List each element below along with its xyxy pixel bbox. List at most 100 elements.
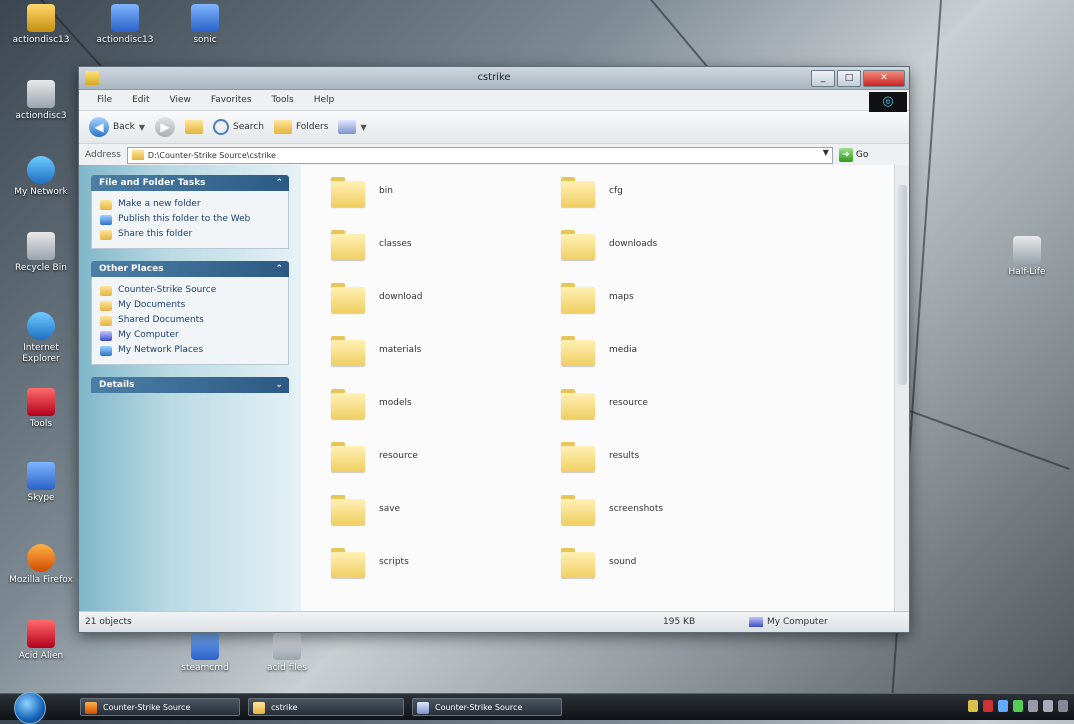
desktop-icon[interactable]: Skype: [6, 462, 76, 504]
folder-item[interactable]: classes: [331, 228, 561, 260]
desktop-icon[interactable]: Mozilla Firefox: [6, 544, 76, 586]
tray-icon[interactable]: [1043, 700, 1053, 712]
tray-icon[interactable]: [968, 700, 978, 712]
folder-item[interactable]: resource: [561, 387, 791, 419]
menu-tools[interactable]: Tools: [262, 95, 304, 105]
back-button[interactable]: ◀ Back ▼: [89, 117, 145, 137]
system-tray: [968, 700, 1068, 712]
minimize-button[interactable]: _: [811, 70, 835, 87]
task-new-folder[interactable]: Make a new folder: [100, 197, 280, 212]
toolbar: ◀ Back ▼ ▶ Search Folders ▼: [79, 111, 909, 144]
desktop-icon[interactable]: Recycle Bin: [6, 232, 76, 274]
desktop-icon[interactable]: Tools: [6, 388, 76, 430]
taskbar-button[interactable]: cstrike: [248, 698, 404, 716]
place-my-documents[interactable]: My Documents: [100, 298, 280, 313]
menu-file[interactable]: File: [87, 95, 122, 105]
desktop-icon[interactable]: Internet Explorer: [6, 312, 76, 365]
folders-icon: [273, 120, 292, 134]
panel-header[interactable]: File and Folder Tasks ⌃: [91, 175, 289, 191]
tray-icon[interactable]: [1013, 700, 1023, 712]
address-input[interactable]: D:\Counter-Strike Source\cstrike ▼: [126, 146, 833, 164]
folder-icon: [561, 281, 595, 313]
folder-item[interactable]: bin: [331, 175, 561, 207]
folder-item[interactable]: download: [331, 281, 561, 313]
folder-item[interactable]: save: [331, 493, 561, 525]
desktop-icon-image: [27, 620, 55, 648]
taskbar-button[interactable]: Counter-Strike Source: [412, 698, 562, 716]
tray-icon[interactable]: [983, 700, 993, 712]
maximize-button[interactable]: □: [837, 70, 861, 87]
panel-body: Make a new folder Publish this folder to…: [91, 191, 289, 249]
desktop-icon[interactable]: acid files: [252, 632, 322, 674]
folder-item[interactable]: materials: [331, 334, 561, 366]
place-counter-strike[interactable]: Counter-Strike Source: [100, 283, 280, 298]
file-view: bin cfg classes downloads download maps …: [301, 165, 909, 612]
folder-icon: [561, 546, 595, 578]
up-folder-button[interactable]: [185, 120, 204, 134]
title-bar[interactable]: cstrike _ □ ✕: [79, 67, 909, 90]
panel-header[interactable]: Other Places ⌃: [91, 261, 289, 277]
collapse-icon: ⌃: [275, 178, 283, 188]
taskbar-button[interactable]: Counter-Strike Source: [80, 698, 240, 716]
folder-item[interactable]: media: [561, 334, 791, 366]
folder-item[interactable]: downloads: [561, 228, 791, 260]
desktop-icon[interactable]: actiondisc13: [90, 4, 160, 46]
views-icon: [338, 120, 357, 134]
folder-icon: [331, 440, 365, 472]
folder-item[interactable]: cfg: [561, 175, 791, 207]
task-publish-web[interactable]: Publish this folder to the Web: [100, 212, 280, 227]
chevron-down-icon[interactable]: ▼: [823, 148, 829, 157]
folder-item[interactable]: models: [331, 387, 561, 419]
tray-icon[interactable]: [1028, 700, 1038, 712]
folder-item[interactable]: screenshots: [561, 493, 791, 525]
close-button[interactable]: ✕: [863, 70, 905, 87]
tray-icon[interactable]: [998, 700, 1008, 712]
menu-help[interactable]: Help: [304, 95, 345, 105]
task-share-folder[interactable]: Share this folder: [100, 227, 280, 242]
start-button[interactable]: [14, 692, 46, 724]
folder-icon: [331, 334, 365, 366]
menu-edit[interactable]: Edit: [122, 95, 159, 105]
scrollbar-thumb[interactable]: [897, 185, 907, 385]
tray-icon[interactable]: [1058, 700, 1068, 712]
windows-logo-icon: ◎: [869, 92, 907, 112]
folder-icon: [331, 175, 365, 207]
folder-item[interactable]: scripts: [331, 546, 561, 578]
go-button[interactable]: ➜ Go: [838, 148, 868, 162]
file-folder-tasks-panel: File and Folder Tasks ⌃ Make a new folde…: [91, 175, 289, 249]
forward-arrow-icon: ▶: [155, 117, 176, 137]
collapse-icon: ⌃: [275, 264, 283, 274]
desktop-icon[interactable]: actiondisc13: [6, 4, 76, 46]
desktop-icon[interactable]: steamcmd: [170, 632, 240, 674]
folder-icon: [331, 281, 365, 313]
other-places-panel: Other Places ⌃ Counter-Strike Source My …: [91, 261, 289, 365]
documents-icon: [100, 301, 112, 311]
desktop-icon[interactable]: actiondisc3: [6, 80, 76, 122]
window-title: cstrike: [477, 72, 511, 83]
forward-button[interactable]: ▶: [155, 117, 176, 137]
folder-item[interactable]: resource: [331, 440, 561, 472]
address-path: D:\Counter-Strike Source\cstrike: [147, 150, 276, 160]
desktop-icon[interactable]: Half-Life: [992, 236, 1062, 278]
folders-button[interactable]: Folders: [273, 120, 328, 134]
desktop-icon-image: [27, 388, 55, 416]
menu-view[interactable]: View: [160, 95, 201, 105]
vertical-scrollbar[interactable]: [894, 165, 909, 612]
computer-icon: [100, 331, 112, 341]
panel-header[interactable]: Details ⌄: [91, 377, 289, 393]
desktop-icon[interactable]: sonic: [170, 4, 240, 46]
folder-item[interactable]: sound: [561, 546, 791, 578]
desktop-icon[interactable]: Acid Alien: [6, 620, 76, 662]
status-location: My Computer: [749, 617, 828, 627]
taskbar: Counter-Strike Source cstrike Counter-St…: [0, 692, 1074, 724]
place-my-computer[interactable]: My Computer: [100, 328, 280, 343]
search-button[interactable]: Search: [213, 119, 264, 135]
desktop-icon[interactable]: My Network: [6, 156, 76, 198]
place-shared-documents[interactable]: Shared Documents: [100, 313, 280, 328]
views-button[interactable]: ▼: [338, 120, 367, 134]
menu-favorites[interactable]: Favorites: [201, 95, 262, 105]
window-controls: _ □ ✕: [811, 70, 905, 87]
folder-item[interactable]: maps: [561, 281, 791, 313]
folder-item[interactable]: results: [561, 440, 791, 472]
place-my-network[interactable]: My Network Places: [100, 343, 280, 358]
